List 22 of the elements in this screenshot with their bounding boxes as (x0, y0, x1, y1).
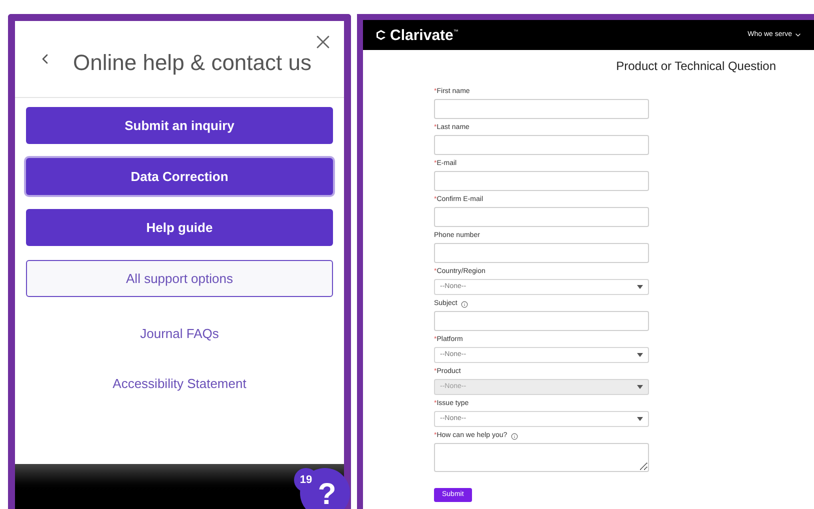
text-field[interactable] (434, 135, 649, 155)
dropdown-caret-icon (637, 417, 643, 421)
dropdown-caret-icon (637, 385, 643, 389)
help-link[interactable]: Accessibility Statement (112, 374, 246, 393)
dropdown-caret-icon (637, 285, 643, 289)
text-field[interactable] (434, 243, 649, 263)
text-field[interactable] (434, 99, 649, 119)
text-field[interactable] (434, 171, 649, 191)
help-link[interactable]: Journal FAQs (140, 324, 219, 344)
form-title: Product or Technical Question (616, 58, 776, 75)
text-field[interactable] (434, 311, 649, 331)
panel-title: Online help & contact us (73, 48, 312, 77)
message-field[interactable] (434, 443, 649, 472)
dropdown-caret-icon (637, 353, 643, 357)
help-button[interactable]: Submit an inquiry (26, 107, 333, 144)
help-button[interactable]: Help guide (26, 209, 333, 246)
text-field[interactable] (434, 207, 649, 227)
help-button[interactable]: Data Correction (26, 158, 333, 195)
help-button[interactable]: All support options (26, 260, 333, 297)
logo-icon (375, 28, 387, 40)
caret-icon (794, 31, 802, 39)
logo-text: Clarivate (390, 28, 454, 42)
